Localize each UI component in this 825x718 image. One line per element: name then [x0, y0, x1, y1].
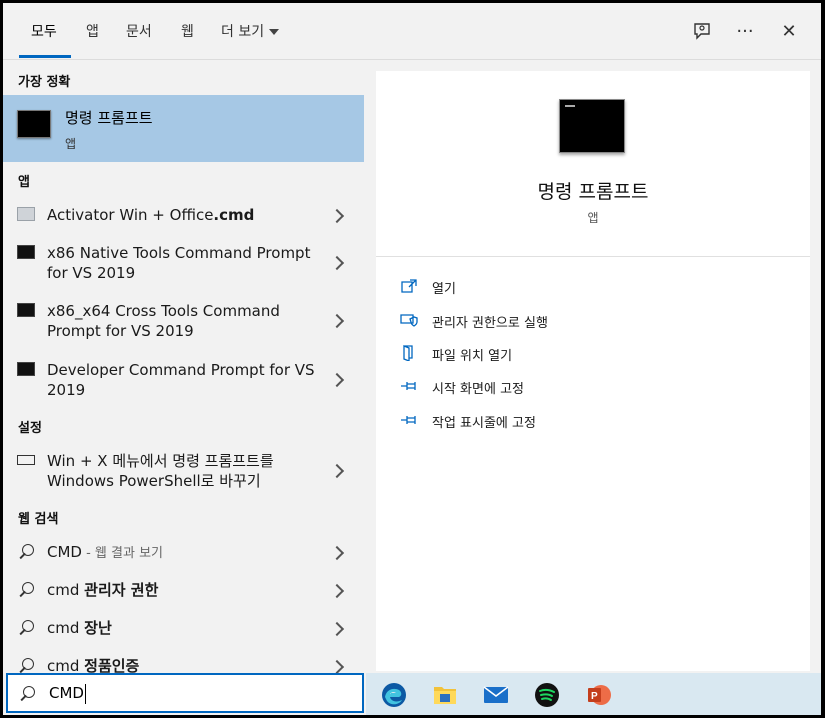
monitor-icon: [17, 455, 35, 465]
chevron-right-icon[interactable]: [331, 206, 343, 226]
action-label: 파일 위치 열기: [432, 349, 513, 364]
preview-pane: 명령 프롬프트 앱 열기 관리자 권한으로 실행 파일 위치 열기 시작 화면에…: [376, 71, 810, 671]
item-text: Activator Win + Office: [47, 206, 214, 224]
open-icon: [401, 279, 417, 293]
tab-more-label: 더 보기: [221, 24, 265, 40]
list-item[interactable]: Win + X 메뉴에서 명령 프롬프트를 Windows PowerShell…: [3, 449, 364, 493]
action-label: 시작 화면에 고정: [432, 382, 524, 397]
search-icon: [17, 657, 35, 673]
item-text: x86 Native Tools Command Prompt for VS 2…: [47, 244, 311, 282]
chevron-right-icon[interactable]: [331, 253, 343, 273]
item-text: cmd: [47, 657, 85, 673]
svg-text:P: P: [591, 691, 598, 702]
chevron-right-icon[interactable]: [331, 370, 343, 390]
edge-icon[interactable]: [381, 682, 407, 708]
item-text: cmd: [47, 619, 85, 637]
list-item[interactable]: cmd 관리자 권한: [3, 577, 364, 607]
chevron-right-icon[interactable]: [331, 619, 343, 639]
best-match-item[interactable]: 명령 프롬프트 앱: [3, 95, 364, 162]
list-item[interactable]: Activator Win + Office.cmd: [3, 201, 364, 231]
item-text: CMD: [47, 543, 82, 561]
list-item[interactable]: x86_x64 Cross Tools Command Prompt for V…: [3, 299, 364, 343]
mail-icon[interactable]: [483, 682, 509, 708]
chevron-right-icon[interactable]: [331, 657, 343, 673]
taskbar: P: [366, 673, 821, 715]
chevron-right-icon[interactable]: [331, 461, 343, 481]
preview-subtitle: 앱: [587, 211, 599, 225]
item-text-bold: 관리자 권한: [84, 581, 159, 599]
list-item[interactable]: Developer Command Prompt for VS 2019: [3, 358, 364, 402]
script-file-icon: [17, 207, 35, 221]
best-match-title: 명령 프롬프트: [65, 109, 153, 127]
close-icon[interactable]: ✕: [777, 19, 801, 43]
text-caret: [85, 684, 86, 704]
shield-icon: [400, 314, 418, 327]
item-text: x86_x64 Cross Tools Command Prompt for V…: [47, 302, 280, 340]
action-label: 열기: [432, 282, 456, 297]
file-explorer-icon[interactable]: [432, 682, 458, 708]
search-icon: [18, 685, 36, 703]
item-text-bold: 장난: [84, 619, 112, 637]
search-input[interactable]: CMD: [6, 673, 364, 713]
item-text: Developer Command Prompt for VS 2019: [47, 361, 315, 399]
tab-documents[interactable]: 문서: [126, 21, 152, 41]
item-hint: - 웹 결과 보기: [81, 546, 163, 561]
command-prompt-icon: [559, 99, 625, 153]
tab-web[interactable]: 웹: [181, 21, 194, 41]
list-item[interactable]: cmd 정품인증: [3, 653, 364, 673]
chevron-right-icon[interactable]: [331, 311, 343, 331]
chevron-right-icon[interactable]: [331, 543, 343, 563]
divider: [376, 256, 810, 257]
results-list: 가장 정확 명령 프롬프트 앱 앱 Activator Win + Office…: [3, 61, 364, 673]
active-tab-indicator: [19, 55, 71, 58]
chevron-right-icon[interactable]: [331, 581, 343, 601]
list-item[interactable]: x86 Native Tools Command Prompt for VS 2…: [3, 241, 364, 285]
command-prompt-icon: [17, 303, 35, 317]
search-query: CMD: [49, 684, 84, 702]
search-icon: [17, 543, 35, 561]
item-text: cmd: [47, 581, 85, 599]
feedback-icon[interactable]: [690, 19, 714, 43]
pin-icon: [401, 416, 416, 424]
action-label: 작업 표시줄에 고정: [432, 416, 536, 431]
section-web-search: 웹 검색: [18, 512, 59, 527]
search-icon: [17, 619, 35, 637]
section-settings: 설정: [18, 421, 42, 436]
more-options-icon[interactable]: ···: [733, 19, 757, 43]
spotify-icon[interactable]: [534, 682, 560, 708]
pin-icon: [401, 382, 416, 390]
preview-title: 명령 프롬프트: [537, 181, 649, 203]
best-match-subtitle: 앱: [65, 137, 77, 151]
list-item[interactable]: cmd 장난: [3, 615, 364, 645]
list-item[interactable]: CMD - 웹 결과 보기: [3, 539, 364, 569]
action-label: 관리자 권한으로 실행: [432, 316, 548, 331]
folder-icon: [403, 345, 413, 361]
command-prompt-icon: [17, 110, 51, 138]
command-prompt-icon: [17, 362, 35, 376]
item-text-bold: .cmd: [213, 206, 255, 224]
tab-all[interactable]: 모두: [31, 21, 57, 41]
top-tab-bar: 모두 앱 문서 웹 더 보기 ··· ✕: [3, 3, 821, 60]
section-best-match: 가장 정확: [18, 75, 71, 90]
chevron-down-icon: [269, 29, 280, 35]
item-text: Win + X 메뉴에서 명령 프롬프트를 Windows PowerShell…: [47, 452, 274, 490]
search-icon: [17, 581, 35, 599]
tab-more[interactable]: 더 보기: [221, 21, 280, 41]
tab-apps[interactable]: 앱: [86, 21, 99, 41]
search-window: 모두 앱 문서 웹 더 보기 ··· ✕ 가장 정확 명령 프롬프트 앱 앱 A…: [3, 3, 821, 715]
powerpoint-icon[interactable]: P: [586, 682, 612, 708]
command-prompt-icon: [17, 245, 35, 259]
section-apps: 앱: [18, 175, 30, 190]
item-text-bold: 정품인증: [84, 657, 140, 673]
